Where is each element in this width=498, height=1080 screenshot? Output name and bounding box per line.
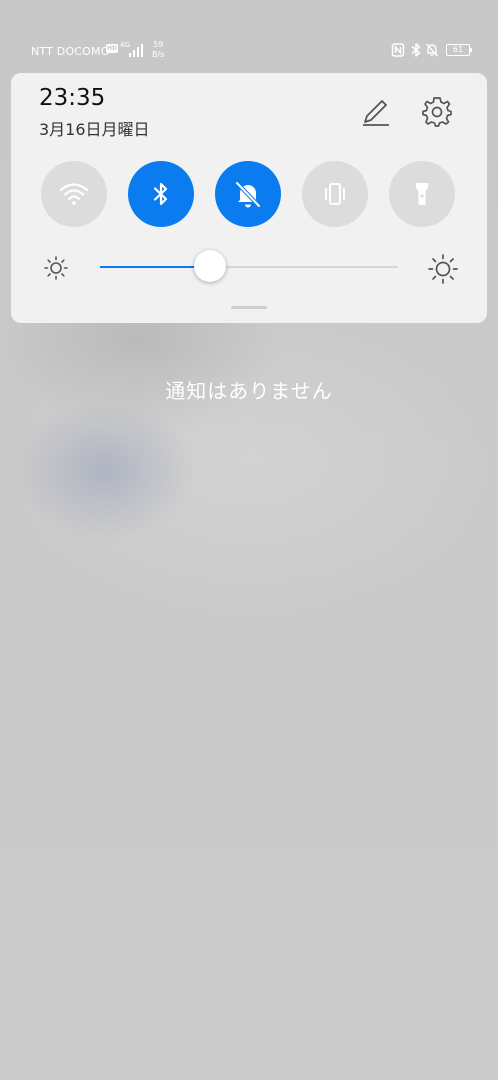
mute-icon (425, 43, 439, 57)
vibrate-tile[interactable] (302, 161, 368, 227)
hd-voice-badge: HD (106, 44, 119, 53)
network-speed-unit: B/s (152, 50, 165, 59)
brightness-low-icon (44, 256, 68, 280)
vibrate-icon (325, 183, 345, 205)
gear-icon (422, 97, 452, 127)
silent-bell-icon (235, 181, 261, 208)
status-bar: NTT DOCOMO HD 4G 59 B/s 61 (0, 38, 498, 64)
wifi-icon (59, 183, 89, 205)
nfc-icon (391, 43, 405, 57)
network-speed-value: 59 (153, 40, 164, 49)
flashlight-icon (416, 183, 428, 205)
carrier-label: NTT DOCOMO (31, 45, 110, 58)
bluetooth-icon (153, 182, 168, 206)
bluetooth-tile[interactable] (128, 161, 194, 227)
panel-expand-handle[interactable] (231, 306, 267, 309)
brightness-slider-thumb[interactable] (194, 250, 227, 282)
clock-time[interactable]: 23:35 (39, 85, 105, 111)
battery-icon: 61 (446, 44, 472, 56)
pencil-icon (363, 100, 389, 126)
silent-mode-tile[interactable] (215, 161, 281, 227)
flashlight-tile[interactable] (389, 161, 455, 227)
signal-strength-icon (129, 44, 143, 57)
brightness-high-icon (428, 254, 458, 284)
no-notifications-text: 通知はありません (165, 379, 333, 403)
clock-date[interactable]: 3月16日月曜日 (39, 116, 150, 140)
quick-settings-panel: 23:35 3月16日月曜日 (11, 73, 487, 323)
settings-button[interactable] (420, 95, 454, 129)
brightness-slider[interactable] (100, 250, 398, 282)
network-speed: 59 B/s (152, 40, 164, 60)
bluetooth-icon (411, 43, 421, 57)
edit-tiles-button[interactable] (359, 95, 393, 129)
wifi-tile[interactable] (41, 161, 107, 227)
